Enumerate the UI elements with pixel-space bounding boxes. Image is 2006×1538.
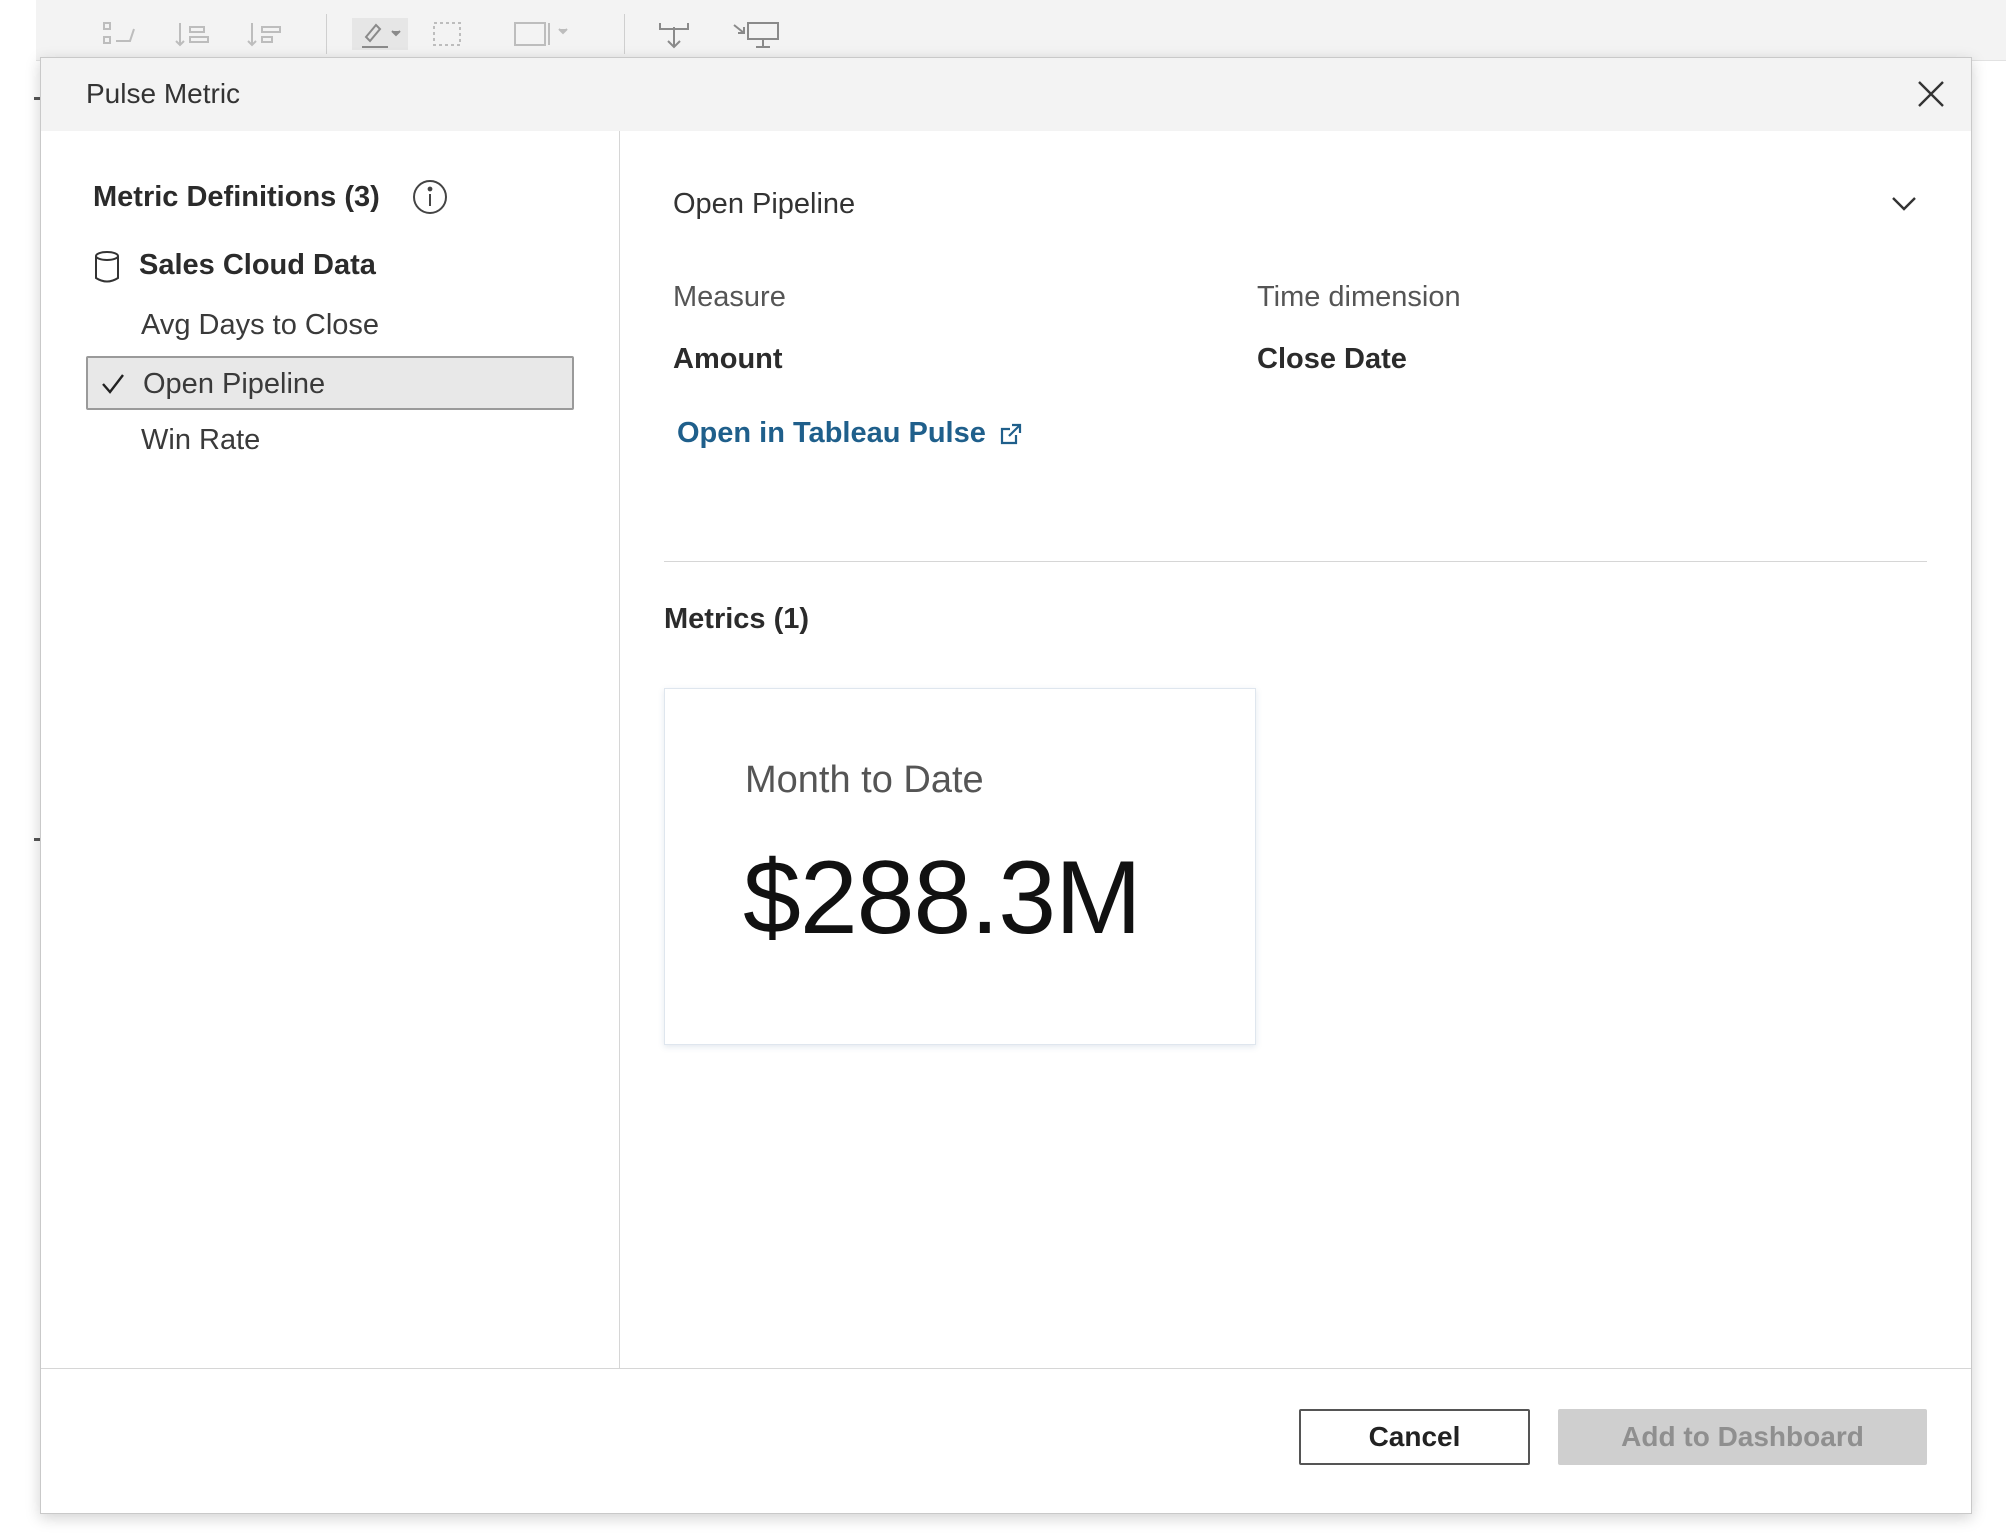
toolbar-present-icon[interactable] — [726, 18, 786, 50]
selected-metric-title: Open Pipeline — [673, 188, 856, 220]
time-dimension-label: Time dimension — [1257, 281, 1461, 313]
metric-item-win-rate[interactable]: Win Rate — [86, 414, 574, 468]
measure-label: Measure — [673, 281, 786, 313]
add-to-dashboard-button[interactable]: Add to Dashboard — [1558, 1409, 1927, 1465]
metric-item-label: Win Rate — [141, 424, 261, 456]
metric-item-label: Open Pipeline — [143, 368, 326, 400]
metric-card-value: $288.3M — [743, 840, 1142, 956]
toolbar-swap-icon[interactable] — [100, 18, 140, 50]
time-dimension-value: Close Date — [1257, 343, 1407, 375]
section-divider — [664, 561, 1927, 562]
dialog-title: Pulse Metric — [86, 78, 241, 109]
info-icon[interactable] — [411, 178, 449, 216]
metric-card-period: Month to Date — [745, 759, 984, 801]
toolbar-separator — [326, 14, 327, 54]
toolbar-highlight-icon[interactable] — [352, 18, 408, 50]
background-toolbar — [36, 0, 2006, 61]
cancel-button[interactable]: Cancel — [1299, 1409, 1530, 1465]
datasource-label: Sales Cloud Data — [139, 249, 376, 281]
metric-detail-panel: Open Pipeline Measure Amount Time dimens… — [620, 131, 1971, 1368]
open-in-tableau-pulse-link[interactable]: Open in Tableau Pulse — [677, 417, 1024, 450]
check-icon — [102, 374, 124, 394]
database-icon — [91, 248, 123, 286]
metric-card[interactable]: Month to Date $288.3M — [664, 688, 1256, 1045]
link-label: Open in Tableau Pulse — [677, 417, 986, 449]
chevron-down-icon[interactable] — [1889, 191, 1919, 215]
metric-item-label: Avg Days to Close — [141, 309, 380, 341]
metric-definitions-heading: Metric Definitions (3) — [93, 181, 380, 213]
toolbar-sort-asc-icon[interactable] — [172, 18, 212, 50]
close-icon — [1918, 81, 1944, 107]
metric-item-open-pipeline[interactable]: Open Pipeline — [86, 356, 574, 410]
dialog-header: Pulse Metric — [41, 58, 1971, 131]
metric-item-avg-days-to-close[interactable]: Avg Days to Close — [86, 299, 574, 353]
toolbar-fit-icon[interactable] — [428, 18, 468, 50]
pulse-metric-dialog: Pulse Metric Metric Definitions (3) Sale… — [40, 57, 1972, 1514]
metrics-heading: Metrics (1) — [664, 603, 810, 635]
measure-value: Amount — [673, 343, 783, 375]
metric-definitions-panel: Metric Definitions (3) Sales Cloud Data … — [41, 131, 620, 1368]
toolbar-separator — [624, 14, 625, 54]
toolbar-size-icon[interactable] — [504, 18, 584, 50]
toolbar-sort-desc-icon[interactable] — [244, 18, 284, 50]
external-link-icon — [1000, 423, 1021, 444]
close-button[interactable] — [1911, 74, 1951, 114]
toolbar-download-icon[interactable] — [654, 18, 694, 50]
